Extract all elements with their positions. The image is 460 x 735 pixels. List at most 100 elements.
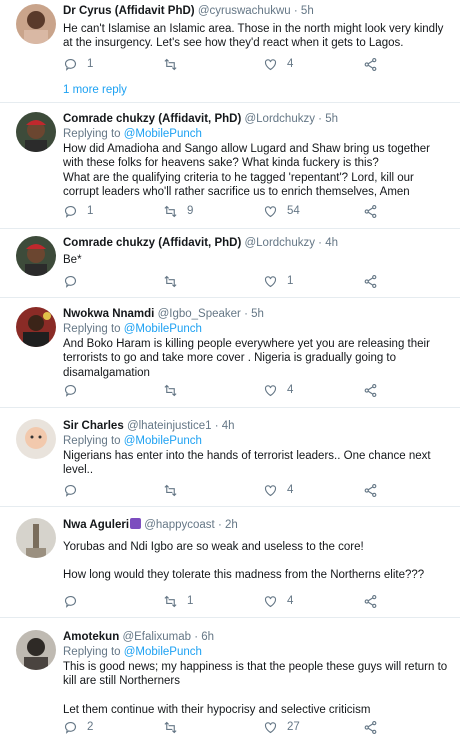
author-handle[interactable]: @cyruswachukwu: [198, 5, 291, 17]
retweet-button[interactable]: [163, 273, 187, 289]
share-button[interactable]: [363, 482, 378, 498]
retweet-icon: [164, 205, 177, 217]
tweet[interactable]: Comrade chukzy (Affidavit, PhD) @Lordchu…: [0, 103, 460, 229]
author-handle[interactable]: @lhateinjustice1: [127, 420, 212, 432]
timestamp[interactable]: 4h: [222, 420, 235, 432]
avatar[interactable]: [16, 236, 56, 276]
retweet-button[interactable]: [163, 482, 187, 498]
share-button[interactable]: [363, 593, 378, 609]
replying-to-mention[interactable]: @MobilePunch: [124, 128, 202, 140]
heart-icon: [264, 484, 277, 496]
author-handle[interactable]: @Lordchukzy: [244, 237, 314, 249]
tweet[interactable]: Sir Charles @lhateinjustice1 · 4h Replyi…: [0, 408, 460, 507]
reply-button[interactable]: 2: [63, 719, 93, 735]
replying-to-mention[interactable]: @MobilePunch: [124, 435, 202, 447]
author-handle[interactable]: @happycoast: [144, 519, 215, 531]
avatar[interactable]: [16, 518, 56, 558]
share-icon: [364, 483, 377, 497]
timestamp[interactable]: 6h: [201, 631, 214, 643]
replying-to: Replying to @MobilePunch: [63, 322, 450, 336]
retweet-button[interactable]: [163, 719, 187, 735]
author-handle[interactable]: @Lordchukzy: [244, 113, 314, 125]
timestamp[interactable]: 4h: [325, 237, 338, 249]
share-button[interactable]: [363, 203, 378, 219]
author-handle[interactable]: @Efalixumab: [122, 631, 191, 643]
share-button[interactable]: [363, 273, 378, 289]
reply-icon: [64, 721, 77, 734]
tweet-text-paragraph: And Boko Haram is killing people everywh…: [63, 338, 430, 379]
like-button[interactable]: 54: [263, 203, 300, 219]
like-button[interactable]: 4: [263, 482, 293, 498]
retweet-button[interactable]: [163, 56, 187, 72]
reply-button[interactable]: [63, 273, 87, 289]
tweet[interactable]: Amotekun @Efalixumab · 6h Replying to @M…: [0, 618, 460, 735]
retweet-button[interactable]: 1: [163, 593, 193, 609]
author-name[interactable]: Comrade chukzy (Affidavit, PhD): [63, 237, 241, 249]
retweet-count: 1: [187, 595, 194, 607]
tweet-actions: 1 9 54: [63, 203, 383, 219]
reply-button[interactable]: [63, 593, 87, 609]
tweet-text: How did Amadioha and Sango allow Lugard …: [63, 142, 450, 199]
like-count: 4: [287, 484, 294, 496]
tweet-text-paragraph: Nigerians has enter into the hands of te…: [63, 450, 431, 477]
like-button[interactable]: 27: [263, 719, 300, 735]
avatar[interactable]: [16, 419, 56, 459]
tweet[interactable]: Nwokwa Nnamdi @Igbo_Speaker · 5h Replyin…: [0, 298, 460, 408]
like-count: 4: [287, 595, 294, 607]
author-name[interactable]: Amotekun: [63, 631, 119, 643]
separator-dot: ·: [244, 308, 248, 320]
like-button[interactable]: 4: [263, 593, 293, 609]
tweet[interactable]: Comrade chukzy (Affidavit, PhD) @Lordchu…: [0, 229, 460, 298]
separator-dot: ·: [318, 113, 323, 125]
tweet-text-paragraph: Be*: [63, 254, 82, 266]
replying-to-label: Replying to: [63, 646, 124, 658]
tweet[interactable]: Dr Cyrus (Affidavit PhD) @cyruswachukwu …: [0, 0, 460, 103]
timestamp[interactable]: 5h: [325, 113, 338, 125]
avatar[interactable]: [16, 4, 56, 44]
tweet[interactable]: Nwa Aguleri @happycoast · 2h Yorubas and…: [0, 507, 460, 618]
like-count: 4: [287, 58, 294, 70]
timestamp[interactable]: 2h: [225, 519, 238, 531]
tweet-text-paragraph: Yorubas and Ndi Igbo are so weak and use…: [63, 541, 364, 553]
like-count: 27: [287, 721, 300, 733]
retweet-button[interactable]: [163, 382, 187, 398]
like-button[interactable]: 1: [263, 273, 293, 289]
replying-to-mention[interactable]: @MobilePunch: [124, 323, 202, 335]
share-button[interactable]: [363, 382, 378, 398]
author-name[interactable]: Sir Charles: [63, 420, 124, 432]
show-more-replies-link[interactable]: 1 more reply: [63, 84, 127, 96]
share-icon: [364, 383, 377, 397]
share-icon: [364, 57, 377, 71]
tweet-text: Nigerians has enter into the hands of te…: [63, 449, 450, 478]
reply-count: 1: [87, 205, 94, 217]
author-name[interactable]: Nwokwa Nnamdi: [63, 308, 154, 320]
avatar[interactable]: [16, 630, 56, 670]
author-name[interactable]: Dr Cyrus (Affidavit PhD): [63, 5, 195, 17]
tweet-text: Yorubas and Ndi Igbo are so weak and use…: [63, 540, 450, 583]
reply-button[interactable]: [63, 382, 87, 398]
replying-to-mention[interactable]: @MobilePunch: [124, 646, 202, 658]
like-button[interactable]: 4: [263, 382, 293, 398]
tweet-text-paragraph: He can't Islamise an Islamic area. Those…: [63, 23, 444, 50]
tweet-text: This is good news; my happiness is that …: [63, 660, 450, 717]
author-handle[interactable]: @Igbo_Speaker: [158, 308, 241, 320]
reply-button[interactable]: 1: [63, 203, 93, 219]
avatar[interactable]: [16, 112, 56, 152]
reply-icon: [64, 595, 77, 608]
share-button[interactable]: [363, 56, 378, 72]
timestamp[interactable]: 5h: [251, 308, 264, 320]
timestamp[interactable]: 5h: [301, 5, 314, 17]
tweet-actions: 1 4: [63, 593, 383, 609]
retweet-button[interactable]: 9: [163, 203, 193, 219]
tweet-header: Dr Cyrus (Affidavit PhD) @cyruswachukwu …: [63, 4, 450, 18]
like-button[interactable]: 4: [263, 56, 293, 72]
heart-icon: [264, 595, 277, 607]
share-button[interactable]: [363, 719, 378, 735]
reply-button[interactable]: 1: [63, 56, 93, 72]
author-name[interactable]: Nwa Aguleri: [63, 519, 129, 531]
tweet-header: Nwokwa Nnamdi @Igbo_Speaker · 5h: [63, 307, 450, 321]
avatar[interactable]: [16, 307, 56, 347]
reply-button[interactable]: [63, 482, 87, 498]
tweet-text-paragraph: How did Amadioha and Sango allow Lugard …: [63, 143, 430, 170]
author-name[interactable]: Comrade chukzy (Affidavit, PhD): [63, 113, 241, 125]
